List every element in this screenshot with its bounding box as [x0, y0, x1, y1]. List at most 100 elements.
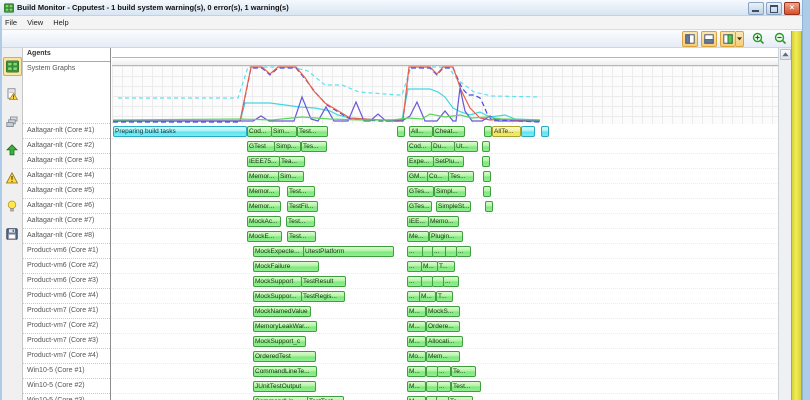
- task-bar[interactable]: Preparing build tasks: [113, 126, 247, 137]
- agent-row[interactable]: Aaltagar-nlt (Core #2): [23, 139, 110, 154]
- minimize-button[interactable]: [748, 2, 764, 15]
- task-bar[interactable]: GTest: [247, 141, 275, 152]
- suggestions-icon[interactable]: [3, 196, 22, 215]
- task-bar[interactable]: Tes...: [448, 171, 474, 182]
- agent-row[interactable]: Product-vm6 (Core #1): [23, 244, 110, 259]
- task-bar[interactable]: M...: [407, 336, 426, 347]
- task-bar[interactable]: Du...: [431, 141, 455, 152]
- task-bar[interactable]: Sim...: [271, 126, 297, 137]
- task-bar-small[interactable]: [484, 126, 492, 137]
- task-bar[interactable]: Co...: [427, 171, 449, 182]
- agent-row[interactable]: Product-vm7 (Core #4): [23, 349, 110, 364]
- task-bar[interactable]: UtestPlatform: [303, 246, 394, 257]
- task-bar[interactable]: Plugin...: [429, 231, 463, 242]
- task-bar[interactable]: Test...: [451, 381, 481, 392]
- task-bar[interactable]: CommandLin...: [253, 396, 309, 400]
- task-bar[interactable]: ...: [437, 381, 451, 392]
- task-bar-small[interactable]: [397, 126, 405, 137]
- system-graphs-row[interactable]: System Graphs: [23, 62, 110, 124]
- task-bar[interactable]: SimpleSt...: [436, 201, 471, 212]
- agent-row[interactable]: Aaltagar-nlt (Core #4): [23, 169, 110, 184]
- agent-row[interactable]: Product-vm6 (Core #2): [23, 259, 110, 274]
- task-bar-small[interactable]: [482, 156, 490, 167]
- publish-icon[interactable]: [3, 140, 22, 159]
- task-bar[interactable]: ...: [443, 276, 459, 287]
- task-bar[interactable]: Test...: [287, 231, 316, 242]
- task-bar[interactable]: Allocati...: [426, 336, 463, 347]
- menu-file[interactable]: File: [0, 17, 22, 28]
- task-bar[interactable]: TestTest...: [307, 396, 344, 400]
- task-bar[interactable]: Me...: [407, 231, 429, 242]
- task-bar[interactable]: GTes...: [407, 201, 432, 212]
- task-bar[interactable]: Ordere...: [426, 321, 460, 332]
- task-bar[interactable]: Memor...: [247, 201, 281, 212]
- agent-row[interactable]: Win10-5 (Core #1): [23, 364, 110, 379]
- task-bar[interactable]: MockNamedValue: [253, 306, 311, 317]
- task-bar[interactable]: MockFailure: [253, 261, 319, 272]
- task-bar[interactable]: OrderedTest: [253, 351, 316, 362]
- task-bar[interactable]: M...: [407, 381, 426, 392]
- task-bar[interactable]: Memor...: [247, 171, 280, 182]
- agent-row[interactable]: Aaltagar-nlt (Core #6): [23, 199, 110, 214]
- agent-row[interactable]: Product-vm7 (Core #3): [23, 334, 110, 349]
- close-button[interactable]: ×: [784, 2, 800, 15]
- task-bar[interactable]: Ut...: [454, 141, 478, 152]
- task-bar[interactable]: GTes...: [407, 186, 434, 197]
- task-bar[interactable]: MockSupport_c: [253, 336, 306, 347]
- layout-dropdown-button[interactable]: [736, 31, 744, 47]
- agent-row[interactable]: Aaltagar-nlt (Core #3): [23, 154, 110, 169]
- agent-row[interactable]: Product-vm7 (Core #2): [23, 319, 110, 334]
- task-bar[interactable]: M...: [407, 306, 426, 317]
- task-bar[interactable]: ...: [437, 366, 451, 377]
- task-bar[interactable]: Sim...: [278, 171, 304, 182]
- task-bar[interactable]: TestFil...: [287, 201, 318, 212]
- build-queue-icon[interactable]: [3, 112, 22, 131]
- agent-row[interactable]: Product-vm6 (Core #4): [23, 289, 110, 304]
- task-bar[interactable]: Mem...: [426, 351, 460, 362]
- task-bar[interactable]: Cod...: [247, 126, 272, 137]
- task-bar[interactable]: M...: [407, 321, 426, 332]
- task-bar-small[interactable]: [483, 186, 491, 197]
- task-bar[interactable]: Mo...: [407, 351, 426, 362]
- task-bar-small[interactable]: [485, 201, 493, 212]
- agent-row[interactable]: Win10-5 (Core #3): [23, 394, 110, 400]
- zoom-out-button[interactable]: [773, 31, 788, 46]
- agent-row[interactable]: Product-vm6 (Core #3): [23, 274, 110, 289]
- task-bar[interactable]: Tes...: [301, 141, 327, 152]
- task-bar-small[interactable]: [521, 126, 535, 137]
- zoom-in-button[interactable]: [751, 31, 766, 46]
- task-bar[interactable]: AllTe...: [492, 126, 521, 137]
- task-bar[interactable]: MemoryLeakWar...: [253, 321, 317, 332]
- agent-row[interactable]: Aaltagar-nlt (Core #8): [23, 229, 110, 244]
- menu-help[interactable]: Help: [48, 17, 73, 28]
- task-bar[interactable]: Simp...: [274, 141, 301, 152]
- task-bar[interactable]: M...: [407, 396, 426, 400]
- task-bar[interactable]: M...: [407, 366, 426, 377]
- task-bar[interactable]: ...: [407, 276, 422, 287]
- task-bar-small[interactable]: [483, 171, 491, 182]
- maximize-button[interactable]: [766, 2, 782, 15]
- task-bar[interactable]: Test...: [297, 126, 328, 137]
- task-bar[interactable]: CommandLineTe...: [253, 366, 317, 377]
- task-bar[interactable]: MockSuppor...: [253, 291, 302, 302]
- task-bar[interactable]: M...: [419, 291, 436, 302]
- task-bar[interactable]: Memor...: [247, 186, 280, 197]
- agent-row[interactable]: Win10-5 (Core #2): [23, 379, 110, 394]
- task-bar[interactable]: SetPlu...: [433, 156, 464, 167]
- task-bar[interactable]: All...: [409, 126, 433, 137]
- task-bar[interactable]: T...: [436, 291, 453, 302]
- agent-row[interactable]: Aaltagar-nlt (Core #7): [23, 214, 110, 229]
- menu-view[interactable]: View: [22, 17, 48, 28]
- task-bar[interactable]: MockExpecte...: [253, 246, 306, 257]
- task-bar[interactable]: Te...: [451, 366, 476, 377]
- task-bar[interactable]: TestResult: [301, 276, 346, 287]
- warnings-icon[interactable]: [3, 168, 22, 187]
- task-bar[interactable]: M...: [421, 261, 438, 272]
- layout-left-pane-button[interactable]: [682, 31, 698, 47]
- task-bar[interactable]: JUnitTestOutput: [253, 381, 316, 392]
- task-bar[interactable]: T...: [437, 261, 455, 272]
- task-bar[interactable]: ...: [407, 261, 422, 272]
- build-monitor-icon[interactable]: [3, 57, 22, 76]
- agent-row[interactable]: Aaltagar-nlt (Core #5): [23, 184, 110, 199]
- task-bar[interactable]: Te...: [448, 396, 473, 400]
